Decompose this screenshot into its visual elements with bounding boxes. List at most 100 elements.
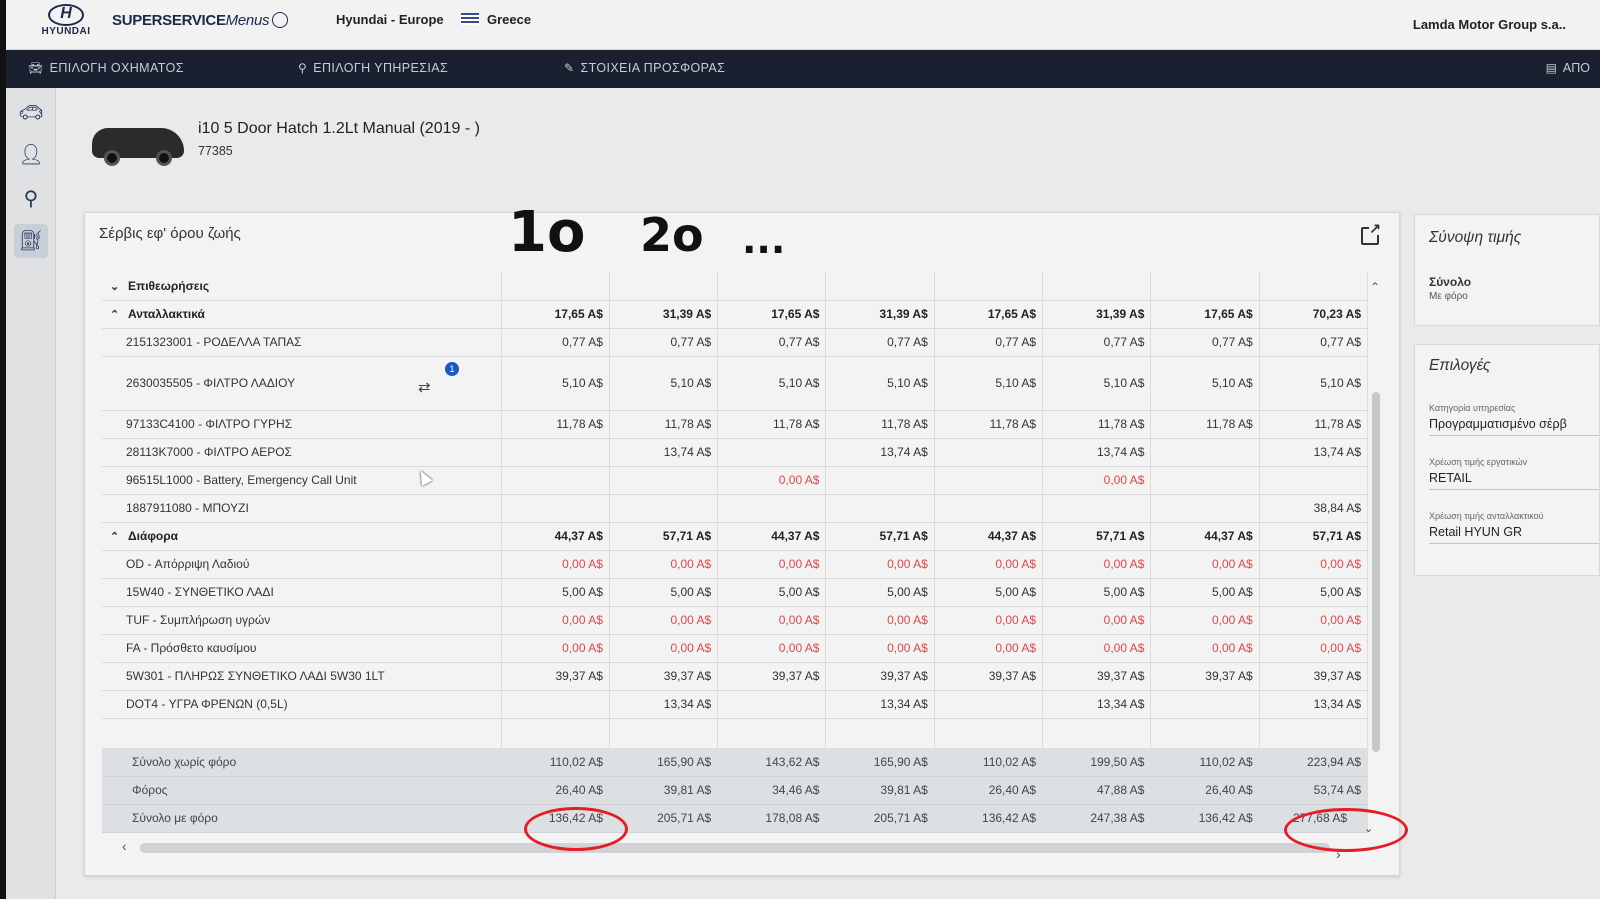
card-title: Σέρβις εφ' όρου ζωής [99, 225, 241, 242]
vehicle-code: 77385 [198, 144, 233, 158]
chevron-down-icon[interactable]: ⌄ [1364, 822, 1373, 835]
table-cell: 39,37 A$ [717, 662, 827, 691]
table-cell: 57,71 A$ [609, 522, 719, 551]
chevron-left-icon[interactable]: ‹ [122, 838, 127, 854]
dealer-name[interactable]: Lamda Motor Group s.a.. [1413, 17, 1566, 32]
table-cell [1150, 438, 1260, 467]
table-cell: 39,37 A$ [1259, 662, 1369, 691]
table-cell: 5,00 A$ [1259, 578, 1369, 607]
item-label: 5W301 - ΠΛΗΡΩΣ ΣΥΝΘΕΤΙΚΟ ΛΑΔΙ 5W30 1LT [102, 662, 502, 691]
panel-title: Σύνοψη τιμής [1429, 229, 1522, 246]
horizontal-scrollbar[interactable] [140, 843, 1330, 853]
service-category-select[interactable]: Προγραμματισμένο σέρβ [1429, 417, 1567, 431]
car-icon[interactable]: 🚗︎ [14, 96, 48, 130]
table-cell: 5,10 A$ [1150, 356, 1260, 411]
total-row-net: Σύνολο χωρίς φόρο 110,02 A$ 165,90 A$ 14… [102, 748, 1369, 777]
total-cell: 53,74 A$ [1259, 776, 1369, 805]
chevron-up-icon[interactable]: ⌃ [110, 530, 122, 543]
spacer-cell [609, 718, 719, 748]
person-icon[interactable]: 👤︎ [14, 138, 48, 172]
vertical-scrollbar[interactable]: ⌃ [1368, 272, 1382, 756]
swap-arrows-icon[interactable]: ⇄ [418, 378, 431, 396]
service-plan-icon[interactable]: ⛽︎ [14, 224, 48, 258]
chevron-up-icon[interactable]: ⌃ [1370, 280, 1380, 294]
table-row: 2630035505 - ΦΙΛΤΡΟ ΛΑΔΙΟΥ 5,10 A$ 5,10 … [102, 356, 1369, 411]
nav-offer-details[interactable]: ✎ ΣΤΟΙΧΕΙΑ ΠΡΟΣΦΟΡΑΣ [564, 61, 725, 75]
item-label: 2151323001 - ΡΟΔΕΛΛΑ ΤΑΠΑΣ [102, 328, 502, 357]
nav-save[interactable]: ▤ ΑΠΟ [1546, 61, 1590, 75]
table-cell: 0,00 A$ [1150, 606, 1260, 635]
spacer-cell [717, 718, 827, 748]
table-cell [934, 438, 1044, 467]
section-header-parts[interactable]: ⌃ Ανταλλακτικά [102, 300, 502, 329]
table-cell: 0,00 A$ [1259, 634, 1369, 663]
table-cell: 0,00 A$ [609, 634, 719, 663]
table-cell: 0,00 A$ [934, 550, 1044, 579]
table-cell [717, 494, 827, 523]
chevron-up-icon[interactable]: ⌃ [110, 308, 122, 321]
table-cell: 0,00 A$ [501, 606, 610, 635]
table-cell: 0,00 A$ [1042, 634, 1152, 663]
table-cell: 0,00 A$ [825, 634, 935, 663]
spacer-cell [934, 718, 1044, 748]
item-label: OD - Απόρριψη Λαδιού [102, 550, 502, 579]
item-label: 2630035505 - ΦΙΛΤΡΟ ΛΑΔΙΟΥ [102, 356, 502, 411]
table-row[interactable]: ⌄ Επιθεωρήσεις [102, 272, 1369, 301]
spacer-cell [501, 718, 610, 748]
app-screen: HYUNDAI SUPERSERVICEMenus Hyundai - Euro… [0, 0, 1600, 899]
greece-flag-icon[interactable] [461, 13, 479, 25]
total-cell: 34,46 A$ [717, 776, 827, 805]
table-cell [1042, 272, 1152, 301]
wrench-icon[interactable]: ⚲ [14, 182, 48, 216]
total-cell: 247,38 A$ [1042, 804, 1152, 833]
table-cell [1150, 494, 1260, 523]
total-cell: 223,94 A$ [1259, 748, 1369, 777]
item-label: DOT4 - ΥΓΡΑ ΦΡΕΝΩΝ (0,5L) [102, 690, 502, 719]
field-underline [1429, 543, 1599, 544]
table-cell [609, 272, 719, 301]
price-summary-panel: Σύνοψη τιμής Σύνολο Με φόρο [1414, 214, 1600, 326]
nav-offer-details-label: ΣΤΟΙΧΕΙΑ ΠΡΟΣΦΟΡΑΣ [580, 61, 726, 75]
item-label: TUF - Συμπλήρωση υγρών [102, 606, 502, 635]
nav-service-selection[interactable]: ⚲ ΕΠΙΛΟΓΗ ΥΠΗΡΕΣΙΑΣ [298, 61, 448, 75]
total-cell: 178,08 A$ [717, 804, 827, 833]
table-cell: 0,00 A$ [1042, 550, 1152, 579]
nav-service-selection-label: ΕΠΙΛΟΓΗ ΥΠΗΡΕΣΙΑΣ [313, 61, 449, 75]
table-cell: 5,10 A$ [1042, 356, 1152, 411]
section-header-inspections[interactable]: ⌄ Επιθεωρήσεις [102, 272, 502, 301]
table-cell: 5,10 A$ [934, 356, 1044, 411]
table-cell: 0,00 A$ [609, 550, 719, 579]
table-cell [934, 272, 1044, 301]
table-cell: 5,00 A$ [717, 578, 827, 607]
hyundai-logo-icon [48, 4, 84, 26]
labor-price-select[interactable]: RETAIL [1429, 471, 1472, 485]
section-header-misc[interactable]: ⌃ Διάφορα [102, 522, 502, 551]
parts-price-select[interactable]: Retail HYUN GR [1429, 525, 1522, 539]
table-cell: 5,00 A$ [934, 578, 1044, 607]
document-icon: ▤ [1545, 61, 1557, 75]
table-cell: 0,77 A$ [609, 328, 719, 357]
brand-title: SUPERSERVICEMenus [112, 12, 289, 29]
red-annotation-circle [1284, 808, 1408, 852]
table-row[interactable]: ⌃ Διάφορα 44,37 A$ 57,71 A$ 44,37 A$ 57,7… [102, 522, 1369, 551]
table-cell [609, 466, 719, 495]
table-row[interactable]: ⌃ Ανταλλακτικά 17,65 A$ 31,39 A$ 17,65 A$… [102, 300, 1369, 329]
table-cell [717, 690, 827, 719]
nav-vehicle-selection[interactable]: 🚘︎ ΕΠΙΛΟΓΗ ΟΧΗΜΑΤΟΣ [28, 61, 184, 75]
vehicle-image-wheel [156, 150, 172, 166]
table-cell [825, 494, 935, 523]
scrollbar-thumb[interactable] [1372, 392, 1380, 752]
table-cell: 11,78 A$ [1150, 410, 1260, 439]
country-label[interactable]: Greece [487, 12, 531, 27]
spacer-cell [102, 718, 502, 748]
nav-save-label: ΑΠΟ [1562, 61, 1590, 75]
car-icon: 🚘︎ [28, 61, 44, 75]
table-cell: 0,77 A$ [1150, 328, 1260, 357]
chevron-down-icon[interactable]: ⌄ [110, 280, 122, 293]
table-cell: 11,78 A$ [825, 410, 935, 439]
region-label[interactable]: Hyundai - Europe [336, 12, 444, 27]
open-external-icon[interactable] [1361, 221, 1382, 245]
table-cell: 0,00 A$ [1042, 466, 1152, 495]
table-cell: 17,65 A$ [1150, 300, 1260, 329]
table-cell [1042, 494, 1152, 523]
